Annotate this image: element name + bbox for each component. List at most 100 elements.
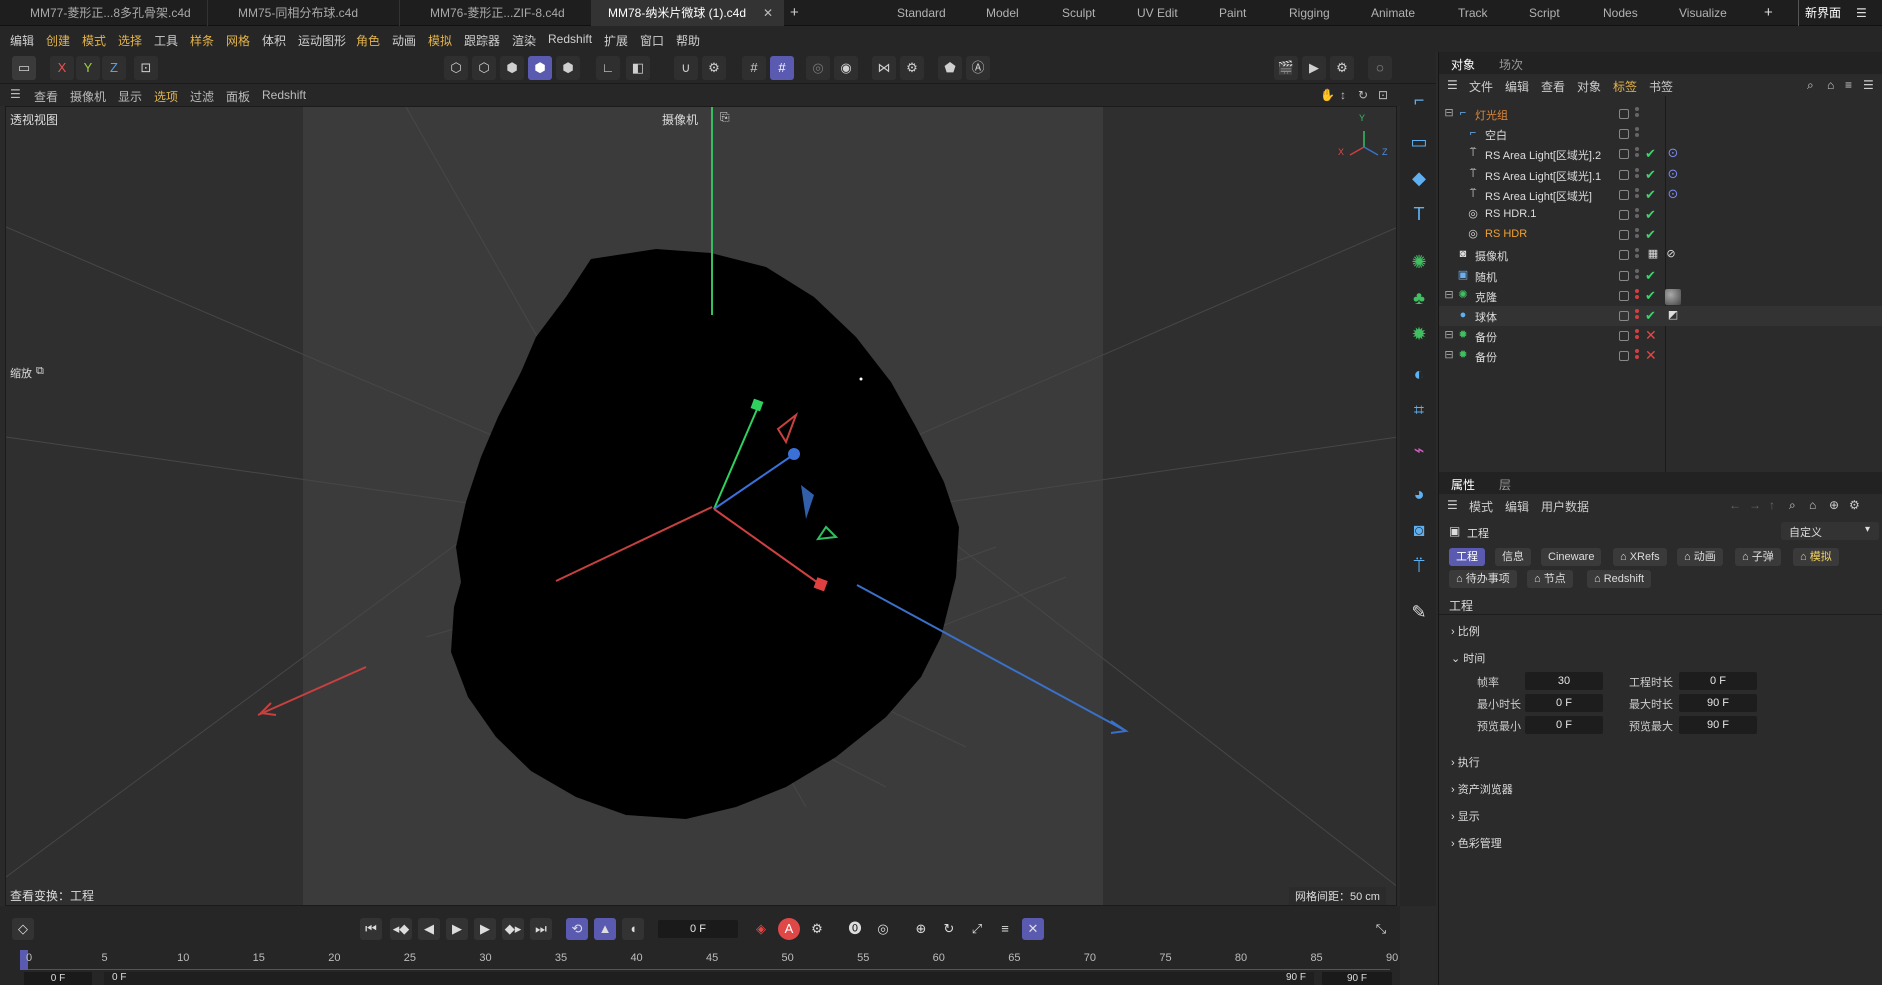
search-icon[interactable]: ⌕ (1807, 78, 1814, 93)
object-row[interactable]: ◎ RS HDR.1 ✔ (1439, 205, 1882, 225)
motion-record-icon[interactable]: ⓿ (844, 918, 866, 940)
object-name[interactable]: 备份 (1475, 349, 1497, 365)
autokey-icon[interactable]: A (778, 918, 800, 940)
edit-icon[interactable] (1619, 290, 1629, 301)
edit-icon[interactable] (1619, 270, 1629, 281)
options-icon[interactable]: ☰ (1863, 78, 1874, 92)
section-color-management[interactable]: › 色彩管理 (1451, 835, 1502, 851)
object-name[interactable]: 克隆 (1475, 289, 1497, 305)
layout-animate[interactable]: Animate (1371, 0, 1415, 26)
tab-info[interactable]: 信息 (1495, 548, 1531, 566)
new-ui-button[interactable]: 新界面 (1798, 0, 1841, 26)
expand-icon[interactable]: ⊟ (1443, 329, 1455, 341)
plane-icon[interactable]: ▭ (1405, 128, 1433, 156)
menu-volume[interactable]: 体积 (262, 32, 286, 49)
om-menu-icon[interactable]: ☰ (1447, 78, 1458, 92)
visibility-dots[interactable] (1635, 329, 1639, 343)
visibility-dots[interactable] (1635, 147, 1639, 161)
menu-help[interactable]: 帮助 (676, 32, 700, 49)
next-key-icon[interactable]: ◆▸ (502, 918, 524, 940)
visibility-dots[interactable] (1635, 127, 1639, 141)
layout-model[interactable]: Model (986, 0, 1019, 26)
preview-min-field[interactable]: 0 F (1525, 716, 1603, 734)
effector-icon[interactable]: ✹ (1405, 320, 1433, 348)
attr-menu-icon[interactable]: ☰ (1447, 498, 1458, 512)
viewport-menu-options[interactable]: 选项 (154, 88, 178, 105)
menu-mode[interactable]: 模式 (82, 32, 106, 49)
cross-icon[interactable]: ✕ (1645, 327, 1657, 344)
edit-icon[interactable] (1619, 351, 1629, 362)
visibility-dots[interactable] (1635, 288, 1639, 303)
tab-takes[interactable]: 场次 (1499, 56, 1523, 73)
object-name[interactable]: 灯光组 (1475, 107, 1508, 123)
previous-frame-icon[interactable]: ◀ (418, 918, 440, 940)
snap-settings-icon[interactable]: ⚙ (702, 56, 726, 80)
visibility-dots[interactable] (1635, 187, 1639, 202)
zoom-label[interactable]: 缩放 (10, 365, 32, 381)
light-tag-icon[interactable]: ⊙ (1667, 146, 1679, 159)
deformer-icon[interactable]: ◐ (1405, 360, 1433, 388)
object-row[interactable]: ⊟ ✺ 克隆 ✔ (1439, 286, 1882, 306)
object-name[interactable]: 备份 (1475, 329, 1497, 345)
tab-cineware[interactable]: Cineware (1541, 548, 1602, 566)
key-pla-icon[interactable]: ✕ (1022, 918, 1044, 940)
menu-tracker[interactable]: 跟踪器 (464, 32, 500, 49)
key-rotation-icon[interactable]: ↻ (938, 918, 960, 940)
go-to-end-icon[interactable]: ⏭ (530, 918, 552, 940)
visibility-dots[interactable] (1635, 268, 1639, 283)
up-arrow-icon[interactable]: ↑ (1769, 498, 1775, 512)
edit-icon[interactable] (1619, 189, 1629, 200)
expand-icon[interactable]: ⊟ (1443, 289, 1455, 301)
object-row[interactable]: ◙ 摄像机 ▦ ⊘ (1439, 245, 1882, 265)
edit-icon[interactable] (1619, 169, 1629, 180)
attr-lock-icon[interactable]: ⌂ (1809, 498, 1816, 512)
move-view-icon[interactable]: ↕ (1340, 88, 1346, 102)
check-icon[interactable]: ✔ (1645, 207, 1656, 223)
file-tab[interactable]: MM77-菱形正...8多孔骨架.c4d (0, 0, 208, 26)
rotate-view-icon[interactable]: ↻ (1358, 88, 1368, 102)
layout-menu-icon[interactable]: ☰ (1856, 0, 1867, 26)
check-icon[interactable]: ✔ (1645, 167, 1656, 183)
symmetry-icon[interactable]: ⋈ (872, 56, 896, 80)
object-row[interactable]: ⊟ ✹ 备份 ✕ (1439, 346, 1882, 366)
attr-search-icon[interactable]: ⌕ (1789, 498, 1796, 513)
menu-window[interactable]: 窗口 (640, 32, 664, 49)
frame-ruler[interactable] (24, 964, 1390, 970)
axis-mode-icon[interactable]: ∟ (596, 56, 620, 80)
keyframe-icon[interactable]: ◇ (12, 918, 34, 940)
motion-settings-icon[interactable]: ◎ (872, 918, 894, 940)
camera-tag-icon[interactable]: ▦ (1647, 248, 1659, 260)
section-scale[interactable]: › 比例 (1451, 623, 1480, 639)
object-row[interactable]: ● 球体 ✔ ◩ (1439, 306, 1882, 326)
viewport-menu-camera[interactable]: 摄像机 (70, 88, 106, 105)
om-menu-file[interactable]: 文件 (1469, 78, 1493, 95)
tab-redshift[interactable]: ⌂ Redshift (1587, 570, 1652, 588)
polygons-mode-icon[interactable]: ⬢ (500, 56, 524, 80)
visibility-dots[interactable] (1635, 309, 1639, 323)
symmetry-settings-icon[interactable]: ⚙ (900, 56, 924, 80)
layout-uv-edit[interactable]: UV Edit (1137, 0, 1178, 26)
cube-icon[interactable]: ◆ (1405, 164, 1433, 192)
check-icon[interactable]: ✔ (1645, 288, 1656, 304)
attr-menu-userdata[interactable]: 用户数据 (1541, 498, 1589, 515)
menu-select[interactable]: 选择 (118, 32, 142, 49)
current-frame-field[interactable]: 0 F (658, 920, 738, 938)
sound-icon[interactable]: ◖ (622, 918, 644, 940)
menu-mograph[interactable]: 运动图形 (298, 32, 346, 49)
object-name[interactable]: RS Area Light[区域光] (1485, 188, 1592, 204)
next-frame-icon[interactable]: ▶ (474, 918, 496, 940)
tab-attributes[interactable]: 属性 (1451, 476, 1475, 493)
edit-icon[interactable] (1619, 250, 1629, 261)
layout-paint[interactable]: Paint (1219, 0, 1246, 26)
expand-icon[interactable]: ⊟ (1443, 107, 1455, 119)
layout-standard[interactable]: Standard (897, 0, 946, 26)
object-name[interactable]: RS Area Light[区域光].2 (1485, 147, 1601, 163)
layout-script[interactable]: Script (1529, 0, 1560, 26)
previous-key-icon[interactable]: ◂◆ (390, 918, 412, 940)
viewport-menu-panel[interactable]: 面板 (226, 88, 250, 105)
layout-track[interactable]: Track (1458, 0, 1488, 26)
object-row[interactable]: ▣ 随机 ✔ (1439, 266, 1882, 286)
axis-x-button[interactable]: X (50, 56, 74, 80)
protection-tag-icon[interactable]: ⊘ (1665, 248, 1677, 260)
viewport-menu-view[interactable]: 查看 (34, 88, 58, 105)
